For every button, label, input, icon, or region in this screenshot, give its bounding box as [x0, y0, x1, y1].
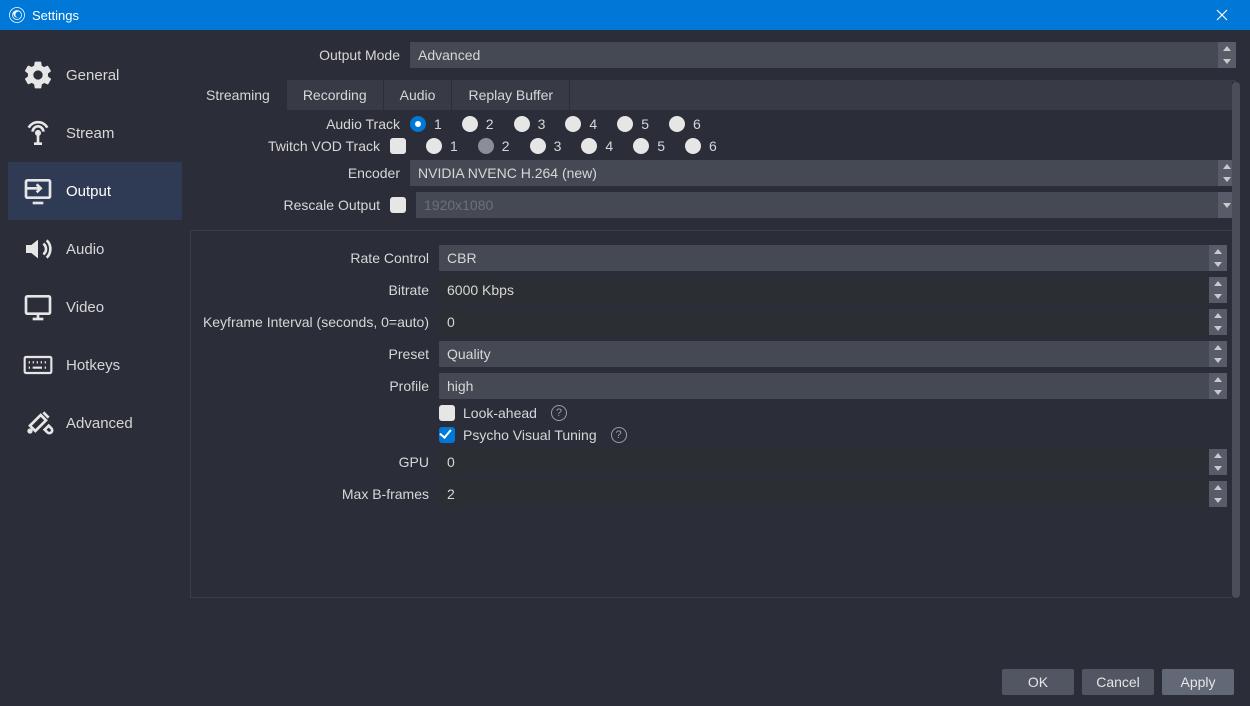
twitch-vod-6[interactable]	[685, 138, 701, 154]
sidebar-item-label: Video	[66, 299, 104, 316]
scrollbar-thumb[interactable]	[1232, 82, 1240, 598]
sidebar-item-advanced[interactable]: Advanced	[8, 394, 182, 452]
rescale-label: Rescale Output	[190, 197, 390, 213]
help-icon[interactable]: ?	[611, 427, 627, 443]
audio-track-5[interactable]	[617, 116, 633, 132]
lookahead-check[interactable]	[439, 405, 455, 421]
rate-control-label: Rate Control	[199, 250, 439, 266]
sidebar-item-label: Hotkeys	[66, 357, 120, 374]
output-mode-select[interactable]: Advanced	[410, 42, 1236, 68]
scrollbar[interactable]	[1232, 82, 1240, 598]
preset-select[interactable]: Quality	[439, 341, 1227, 367]
tab-recording[interactable]: Recording	[287, 80, 384, 110]
twitch-vod-group: 1 2 3 4 5 6	[390, 138, 717, 154]
twitch-vod-enable[interactable]	[390, 138, 406, 154]
antenna-icon	[22, 117, 54, 149]
sidebar-item-hotkeys[interactable]: Hotkeys	[8, 336, 182, 394]
encoder-select[interactable]: NVIDIA NVENC H.264 (new)	[410, 160, 1236, 186]
twitch-vod-5[interactable]	[633, 138, 649, 154]
tab-audio[interactable]: Audio	[384, 80, 453, 110]
tab-replay-buffer[interactable]: Replay Buffer	[452, 80, 570, 110]
lookahead-label: Look-ahead	[463, 405, 537, 421]
audio-track-4[interactable]	[565, 116, 581, 132]
audio-track-6[interactable]	[669, 116, 685, 132]
psycho-label: Psycho Visual Tuning	[463, 427, 597, 443]
profile-label: Profile	[199, 378, 439, 394]
sidebar-item-output[interactable]: Output	[8, 162, 182, 220]
speaker-icon	[22, 233, 54, 265]
audio-track-label: Audio Track	[190, 116, 410, 132]
audio-track-group: 1 2 3 4 5 6	[410, 116, 701, 132]
audio-track-2[interactable]	[462, 116, 478, 132]
tab-streaming[interactable]: Streaming	[190, 80, 287, 110]
keyframe-label: Keyframe Interval (seconds, 0=auto)	[199, 314, 439, 330]
gpu-input[interactable]: 0	[439, 449, 1227, 475]
gear-icon	[22, 59, 54, 91]
sidebar-item-audio[interactable]: Audio	[8, 220, 182, 278]
output-mode-label: Output Mode	[190, 47, 410, 63]
help-icon[interactable]: ?	[551, 405, 567, 421]
sidebar-item-label: Stream	[66, 125, 114, 142]
preset-label: Preset	[199, 346, 439, 362]
keyframe-input[interactable]: 0	[439, 309, 1227, 335]
ok-button[interactable]: OK	[1002, 669, 1074, 695]
output-icon	[22, 175, 54, 207]
twitch-vod-1[interactable]	[426, 138, 442, 154]
tools-icon	[22, 407, 54, 439]
bitrate-label: Bitrate	[199, 282, 439, 298]
sidebar-item-label: Advanced	[66, 415, 133, 432]
psycho-check[interactable]	[439, 427, 455, 443]
encoder-label: Encoder	[190, 165, 410, 181]
gpu-label: GPU	[199, 454, 439, 470]
sidebar-item-label: General	[66, 67, 119, 84]
rate-control-select[interactable]: CBR	[439, 245, 1227, 271]
tabs: Streaming Recording Audio Replay Buffer	[190, 80, 1236, 110]
sidebar-item-stream[interactable]: Stream	[8, 104, 182, 162]
close-button[interactable]	[1202, 0, 1242, 30]
maxb-input[interactable]: 2	[439, 481, 1227, 507]
keyboard-icon	[22, 349, 54, 381]
output-mode-stepper[interactable]	[1218, 42, 1236, 68]
obs-icon	[8, 6, 26, 24]
twitch-vod-3[interactable]	[530, 138, 546, 154]
audio-track-3[interactable]	[514, 116, 530, 132]
monitor-icon	[22, 291, 54, 323]
sidebar-item-label: Audio	[66, 241, 104, 258]
audio-track-1[interactable]	[410, 116, 426, 132]
rescale-input[interactable]: 1920x1080	[416, 192, 1236, 218]
profile-select[interactable]: high	[439, 373, 1227, 399]
twitch-vod-4[interactable]	[581, 138, 597, 154]
window-title: Settings	[32, 8, 79, 23]
sidebar: General Stream Output Audio Video Hotkey…	[8, 38, 182, 658]
apply-button[interactable]: Apply	[1162, 669, 1234, 695]
sidebar-item-video[interactable]: Video	[8, 278, 182, 336]
titlebar: Settings	[0, 0, 1250, 30]
cancel-button[interactable]: Cancel	[1082, 669, 1154, 695]
maxb-label: Max B-frames	[199, 486, 439, 502]
footer: OK Cancel Apply	[0, 658, 1250, 706]
main-panel: Output Mode Advanced Streaming Recording…	[190, 38, 1242, 658]
sidebar-item-label: Output	[66, 183, 111, 200]
twitch-vod-label: Twitch VOD Track	[190, 138, 390, 154]
twitch-vod-2[interactable]	[478, 138, 494, 154]
sidebar-item-general[interactable]: General	[8, 46, 182, 104]
bitrate-input[interactable]: 6000 Kbps	[439, 277, 1227, 303]
rescale-check[interactable]	[390, 197, 406, 213]
